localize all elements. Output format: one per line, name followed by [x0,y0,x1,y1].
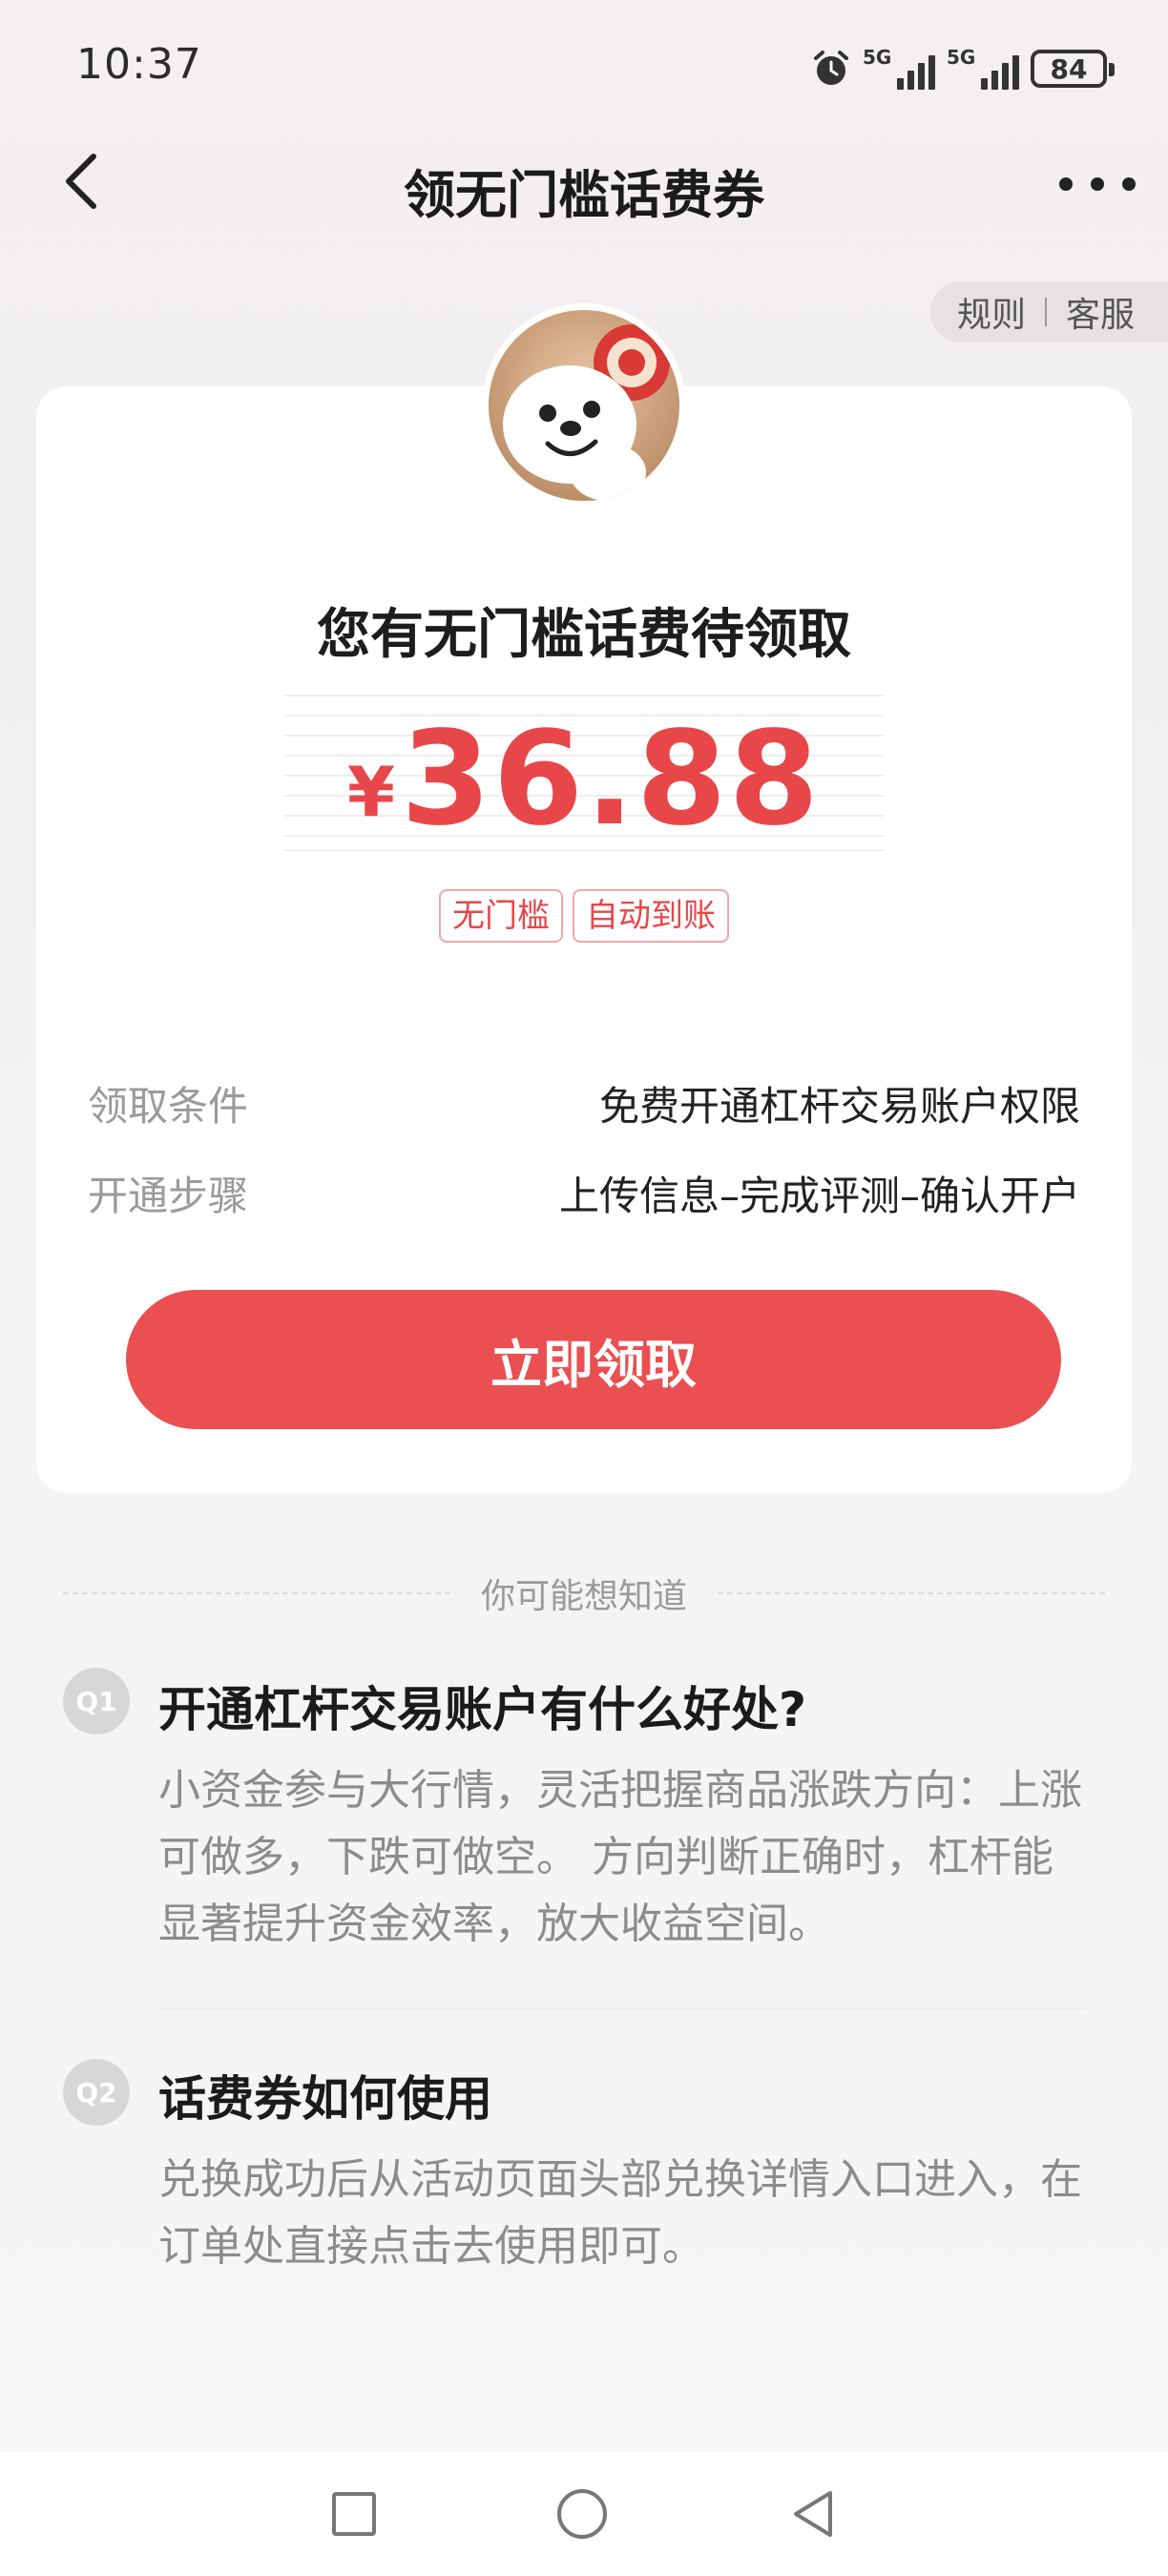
faq-answer: 兑换成功后从活动页面头部兑换详情入口进入，在订单处直接点击去使用即可。 [158,2155,1082,2271]
condition-value: 免费开通杠杆交易账户权限 [598,1083,1080,1130]
dot-icon [1059,177,1073,191]
q1-badge-icon: Q1 [63,1668,130,1735]
card-heading: 您有无门槛话费待领取 [317,604,851,666]
tag-no-threshold: 无门槛 [439,889,563,943]
condition-label: 领取条件 [88,1083,249,1130]
faq-divider: 你可能想知道 [63,1574,1106,1616]
recent-apps-icon[interactable] [332,2492,376,2536]
steps-row: 开通步骤 上传信息–完成评测–确认开户 [88,1164,1080,1222]
status-time: 10:37 [76,40,202,89]
alarm-icon [814,51,848,85]
system-nav-bar [0,2452,1168,2576]
status-icons: 5G 5G 84 [811,42,1115,95]
home-icon[interactable] [557,2489,607,2539]
dot-icon [1122,177,1136,191]
rules-service-pill: 规则 客服 [930,281,1168,343]
steps-value: 上传信息–完成评测–确认开户 [558,1173,1080,1219]
mascot-icon [489,310,679,501]
tag-list: 无门槛 自动到账 [0,889,1168,943]
claim-now-button[interactable]: 立即领取 [126,1290,1061,1429]
amount-value: 36.88 [400,704,822,855]
back-triangle-icon[interactable] [788,2487,836,2541]
signal-icon: 5G [863,46,935,90]
rules-link[interactable]: 规则 [957,287,1026,337]
faq-question: 开通杠杆交易账户有什么好处? [158,1682,807,1737]
faq-separator [158,2008,1086,2010]
battery-icon: 84 [1031,50,1115,88]
divider-line [718,1592,1106,1594]
q2-badge-icon: Q2 [63,2059,130,2126]
faq-divider-label: 你可能想知道 [481,1577,688,1616]
more-button[interactable] [1059,160,1136,208]
faq-answer: 小资金参与大行情，灵活把握商品涨跌方向：上涨可做多，下跌可做空。 方向判断正确时… [158,1766,1082,1948]
currency-symbol: ¥ [346,752,395,832]
dot-icon [1091,177,1104,191]
faq-question: 话费券如何使用 [158,2071,492,2127]
avatar [482,303,686,508]
divider-line [63,1592,450,1594]
divider [1045,298,1048,326]
signal-icon: 5G [947,46,1019,90]
amount: ¥36.88 [0,704,1168,855]
battery-level: 84 [1050,52,1088,85]
tag-auto-credit: 自动到账 [573,889,729,943]
steps-label: 开通步骤 [88,1173,249,1219]
condition-row: 领取条件 免费开通杠杆交易账户权限 [88,1074,1080,1132]
page-title: 领无门槛话费券 [404,165,764,225]
service-link[interactable]: 客服 [1066,287,1135,337]
